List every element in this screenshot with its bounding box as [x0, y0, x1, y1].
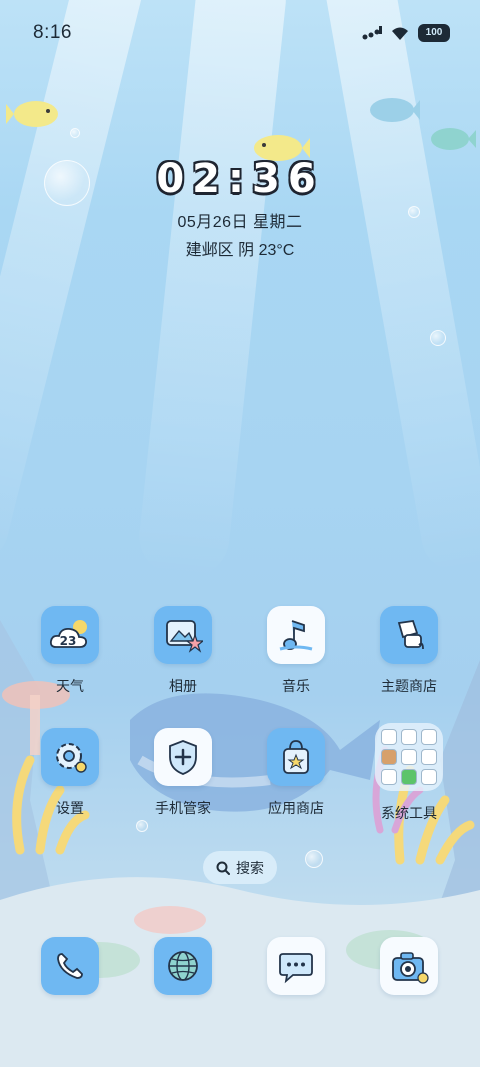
clock-weather[interactable]: 建邺区 阴 23°C — [0, 236, 480, 260]
app-phone-manager[interactable]: 手机管家 — [133, 728, 233, 818]
app-label: 系统工具 — [381, 805, 437, 821]
app-theme-store[interactable]: 主题商店 — [359, 606, 459, 696]
app-label: 设置 — [56, 800, 84, 816]
dock-phone[interactable] — [20, 937, 120, 995]
signal-icon — [362, 26, 382, 40]
app-system-tools-folder[interactable]: 系统工具 — [359, 723, 459, 823]
app-app-store[interactable]: 应用商店 — [246, 728, 346, 818]
dock-messages[interactable] — [246, 937, 346, 995]
battery-indicator: 100 — [418, 24, 450, 42]
settings-gear-icon — [41, 728, 99, 786]
clock-date[interactable]: 05月26日 星期二 — [0, 208, 480, 232]
music-icon — [267, 606, 325, 664]
home-screen: 8:16 100 02:36 05月26日 星期二 建邺区 阴 23°C 23 — [0, 0, 480, 1067]
fish-icon — [431, 128, 476, 150]
dock-camera[interactable] — [359, 937, 459, 995]
dock-browser[interactable] — [133, 937, 233, 995]
status-bar: 8:16 100 — [0, 0, 480, 66]
messages-icon — [267, 937, 325, 995]
weather-icon: 23 — [41, 606, 99, 664]
app-music[interactable]: 音乐 — [246, 606, 346, 696]
phone-manager-shield-icon — [154, 728, 212, 786]
status-icons: 100 — [362, 24, 450, 42]
app-label: 主题商店 — [381, 678, 437, 694]
clock-time[interactable]: 02:36 — [0, 156, 480, 202]
gallery-icon — [154, 606, 212, 664]
app-label: 音乐 — [282, 678, 310, 694]
browser-globe-icon — [154, 937, 212, 995]
phone-icon — [41, 937, 99, 995]
wifi-icon — [392, 27, 408, 40]
folder-icon — [375, 723, 443, 791]
theme-store-icon — [380, 606, 438, 664]
search-icon — [216, 861, 230, 875]
app-label: 应用商店 — [268, 800, 324, 816]
app-store-bag-icon — [267, 728, 325, 786]
status-time: 8:16 — [33, 22, 72, 43]
search-label: 搜索 — [236, 859, 264, 876]
app-gallery[interactable]: 相册 — [133, 606, 233, 696]
fish-icon — [6, 101, 58, 127]
app-label: 相册 — [169, 678, 197, 694]
weather-badge: 23 — [60, 634, 77, 648]
app-label: 手机管家 — [155, 800, 211, 816]
app-label: 天气 — [56, 678, 84, 694]
camera-icon — [380, 937, 438, 995]
app-settings[interactable]: 设置 — [20, 728, 120, 818]
search-button[interactable]: 搜索 — [203, 851, 277, 884]
app-weather[interactable]: 23 天气 — [20, 606, 120, 696]
fish-icon — [370, 98, 420, 122]
